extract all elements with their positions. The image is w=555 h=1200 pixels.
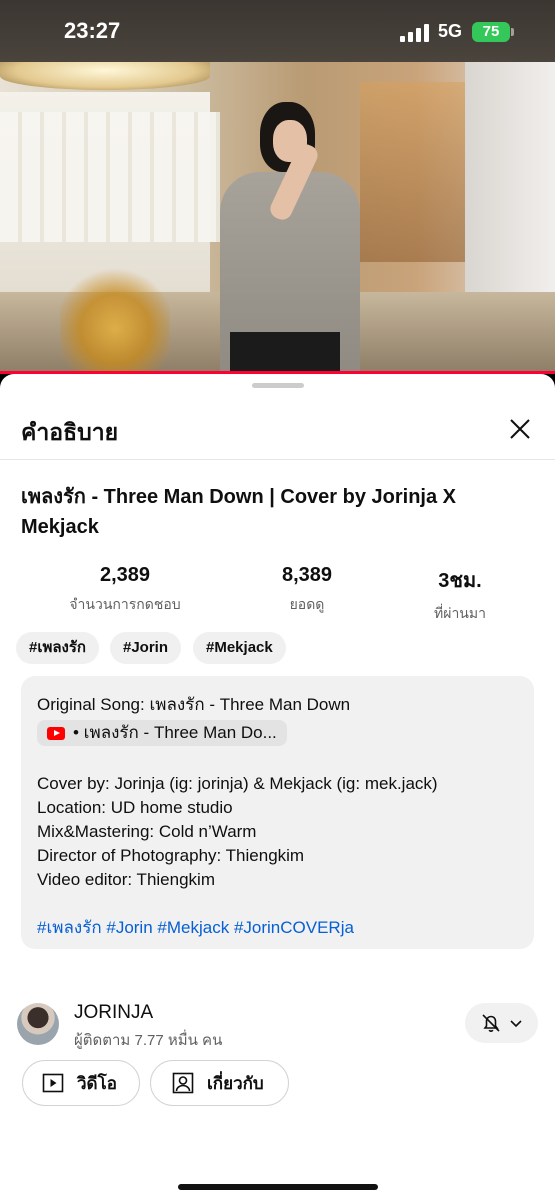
sheet-header: คำอธิบาย	[0, 402, 555, 458]
views-count: 8,389	[281, 564, 333, 586]
original-song-line: Original Song: เพลงรัก - Three Man Down	[37, 695, 351, 714]
upload-time-label: ที่ผ่านมา	[434, 605, 486, 621]
performer	[215, 102, 375, 374]
video-title: เพลงรัก - Three Man Down | Cover by Jori…	[21, 486, 456, 538]
song-link-chip[interactable]: • เพลงรัก - Three Man Do...	[37, 720, 287, 746]
drag-handle[interactable]	[252, 383, 304, 388]
about-button-label: เกี่ยวกับ	[207, 1073, 264, 1093]
credit-line: Cover by: Jorinja (ig: jorinja) & Mekjac…	[37, 774, 438, 793]
notification-button[interactable]	[465, 1003, 538, 1043]
videos-button[interactable]: วิดีโอ	[22, 1060, 140, 1106]
hashtag-link[interactable]: #JorinCOVERja	[234, 918, 354, 937]
credit-line: Location: UD home studio	[37, 798, 233, 817]
flowers	[60, 262, 170, 374]
channel-row: JORINJA ผู้ติดตาม 7.77 หมื่น คน	[0, 1001, 555, 1051]
hashtag-link[interactable]: #เพลงรัก	[37, 918, 102, 937]
credit-line: Mix&Mastering: Cold n’Warm	[37, 822, 257, 841]
bell-off-icon	[482, 1014, 500, 1032]
subscriber-count: ผู้ติดตาม 7.77 หมื่น คน	[74, 1032, 223, 1049]
close-button[interactable]	[503, 412, 537, 446]
sheet-title: คำอธิบาย	[21, 419, 119, 445]
avatar[interactable]	[17, 1003, 59, 1045]
video-stats: 2,389 จำนวนการกดชอบ 8,389 ยอดดู 3ชม. ที่…	[0, 564, 555, 624]
divider	[0, 459, 555, 460]
tag-chip[interactable]: #Mekjack	[193, 632, 286, 664]
shelf	[360, 82, 470, 262]
battery-icon: 75	[472, 22, 514, 42]
likes-label: จำนวนการกดชอบ	[69, 596, 181, 612]
views-label: ยอดดู	[289, 596, 325, 612]
status-bar: 23:27 5G 75	[0, 0, 555, 62]
about-button[interactable]: เกี่ยวกับ	[150, 1060, 289, 1106]
home-indicator[interactable]	[178, 1184, 378, 1190]
youtube-icon	[47, 726, 65, 740]
hashtag-link[interactable]: #Jorin	[106, 918, 152, 937]
chevron-down-icon	[510, 1020, 522, 1028]
curtain	[0, 112, 220, 242]
description-sheet: คำอธิบาย เพลงรัก - Three Man Down | Cove…	[0, 374, 555, 1200]
likes-count: 2,389	[99, 564, 151, 586]
videos-button-label: วิดีโอ	[77, 1073, 117, 1093]
status-time: 23:27	[64, 18, 121, 43]
signal-icon	[400, 24, 430, 42]
close-icon	[510, 419, 530, 439]
tag-chip[interactable]: #Jorin	[110, 632, 182, 664]
hashtag-link[interactable]: #Mekjack	[157, 918, 229, 937]
credit-line: Director of Photography: Thiengkim	[37, 846, 305, 865]
channel-name[interactable]: JORINJA	[74, 1002, 153, 1024]
description-box: Original Song: เพลงรัก - Three Man Down …	[21, 676, 534, 949]
upload-time-stat: 3ชม. ที่ผ่านมา	[400, 564, 520, 625]
song-link-label: • เพลงรัก - Three Man Do...	[73, 723, 277, 742]
lamp	[0, 62, 210, 90]
network-type: 5G	[438, 21, 463, 41]
play-box-icon	[42, 1073, 64, 1093]
person-box-icon	[172, 1072, 194, 1094]
views-stat: 8,389 ยอดดู	[232, 564, 382, 616]
upload-time-value: 3ชม.	[438, 570, 482, 592]
tag-chip[interactable]: #เพลงรัก	[16, 632, 100, 664]
credit-line: Video editor: Thiengkim	[37, 870, 215, 889]
description-hashtags: #เพลงรัก #Jorin #Mekjack #JorinCOVERja	[37, 916, 518, 940]
video-player[interactable]	[0, 62, 555, 374]
likes-stat: 2,389 จำนวนการกดชอบ	[50, 564, 200, 616]
